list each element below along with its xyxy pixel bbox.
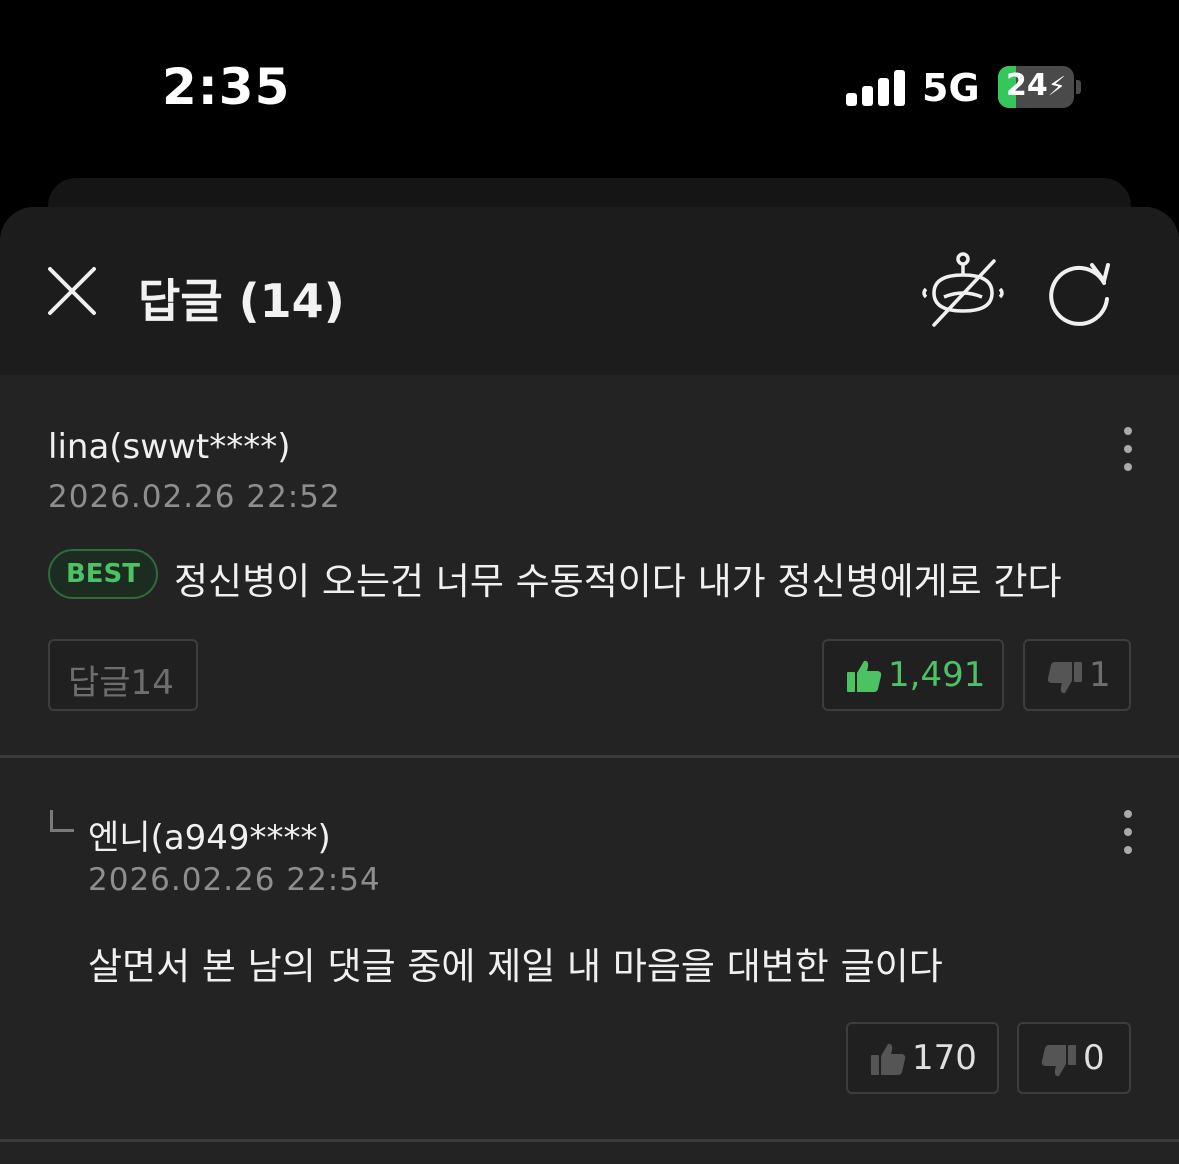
- comment-date: 2026.02.26 22:54: [88, 862, 381, 898]
- reply-indent-icon: [50, 810, 74, 832]
- comment-author[interactable]: 엔니(a949****): [88, 810, 331, 859]
- best-badge: BEST: [48, 549, 158, 599]
- refresh-icon: [1049, 263, 1110, 326]
- sheet-header: 답글 (14): [0, 207, 1179, 375]
- replies-sheet: 답글 (14) lina(swwt****) 2026.02.26 22:52: [0, 207, 1179, 1164]
- comment-author[interactable]: lina(swwt****): [48, 427, 290, 467]
- thumbs-down-icon: [1047, 662, 1082, 694]
- page-title: 답글 (14): [138, 274, 345, 328]
- signal-icon: [846, 70, 906, 106]
- more-options-button[interactable]: [1118, 810, 1138, 854]
- like-button[interactable]: 170: [846, 1022, 999, 1094]
- status-time: 2:35: [162, 58, 291, 116]
- charging-bolt-icon: ⚡: [1047, 72, 1066, 102]
- dislike-button[interactable]: 1: [1023, 639, 1131, 711]
- close-icon: [48, 267, 96, 315]
- robot-hidden-icon: [922, 252, 1004, 327]
- reply-count-button[interactable]: 답글14: [48, 639, 198, 711]
- comment-text: 정신병이 오는건 너무 수동적이다 내가 정신병에게로 간다: [174, 560, 1062, 603]
- network-type: 5G: [922, 66, 980, 110]
- more-options-button[interactable]: [1118, 427, 1138, 471]
- status-bar: 2:35 5G 24⚡: [0, 0, 1179, 180]
- thumbs-up-icon: [871, 1043, 906, 1075]
- thumbs-down-icon: [1041, 1045, 1076, 1077]
- like-count: 170: [912, 1038, 977, 1078]
- dislike-count: 0: [1083, 1038, 1105, 1078]
- close-button[interactable]: [44, 263, 100, 319]
- comment-item: lina(swwt****) 2026.02.26 22:52 BEST 정신병…: [0, 375, 1179, 757]
- hide-bot-comments-button[interactable]: [920, 249, 1006, 329]
- divider: [0, 1139, 1179, 1142]
- refresh-button[interactable]: [1046, 257, 1114, 327]
- thumbs-up-icon: [847, 660, 882, 692]
- battery-tip: [1076, 80, 1081, 94]
- battery-percent: 24⚡: [1005, 68, 1066, 103]
- dislike-button[interactable]: 0: [1017, 1022, 1131, 1094]
- reply-count-label: 답글14: [68, 663, 174, 703]
- reply-item: 엔니(a949****) 2026.02.26 22:54 살면서 본 남의 댓…: [0, 758, 1179, 1141]
- comment-date: 2026.02.26 22:52: [48, 479, 341, 515]
- like-count: 1,491: [888, 655, 986, 695]
- comment-text: 살면서 본 남의 댓글 중에 제일 내 마음을 대변한 글이다: [88, 945, 943, 988]
- battery-icon: 24⚡: [998, 66, 1074, 108]
- dislike-count: 1: [1089, 655, 1111, 695]
- like-button[interactable]: 1,491: [822, 639, 1004, 711]
